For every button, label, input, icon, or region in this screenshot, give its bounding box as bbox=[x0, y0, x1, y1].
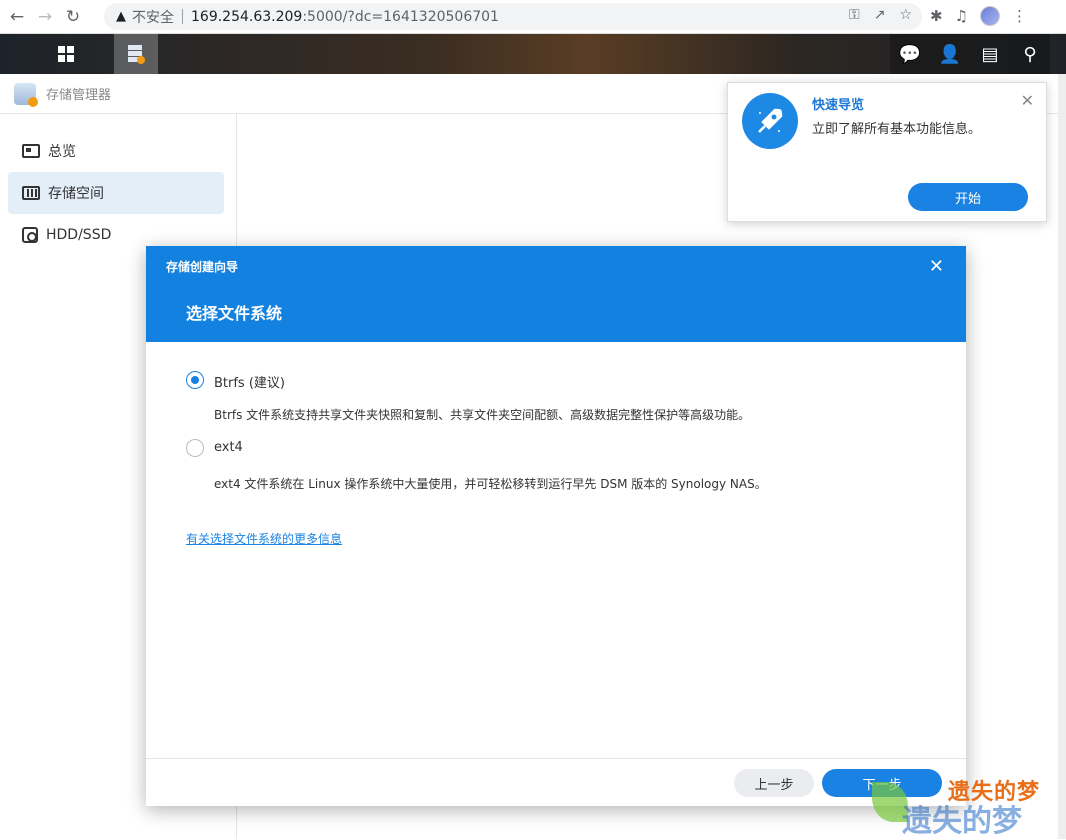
tour-description: 立即了解所有基本功能信息。 bbox=[812, 122, 982, 137]
profile-avatar[interactable] bbox=[980, 6, 1001, 26]
storage-creation-wizard: 存储创建向导 ✕ 选择文件系统 Btrfs (建议) Btrfs 文件系统支持共… bbox=[146, 246, 966, 806]
ext4-option-description: ext4 文件系统在 Linux 操作系统中大量使用，并可轻松移转到运行早先 D… bbox=[214, 477, 767, 491]
start-tour-button[interactable]: 开始 bbox=[908, 183, 1028, 211]
ext4-radio[interactable] bbox=[186, 439, 204, 457]
hdd-icon bbox=[22, 227, 38, 243]
app-title: 存储管理器 bbox=[46, 88, 112, 103]
wizard-step-title: 选择文件系统 bbox=[186, 304, 283, 323]
overview-icon bbox=[22, 144, 40, 158]
insecure-label: 不安全 bbox=[132, 9, 174, 26]
more-info-link[interactable]: 有关选择文件系统的更多信息 bbox=[186, 530, 342, 547]
scrollbar[interactable] bbox=[1058, 74, 1066, 839]
tour-title: 快速导览 bbox=[812, 98, 865, 113]
btrfs-option-description: Btrfs 文件系统支持共享文件夹快照和复制、共享文件夹空间配额、高级数据完整性… bbox=[214, 408, 751, 422]
storage-pool-icon bbox=[22, 186, 40, 200]
address-bar[interactable]: ▲ 不安全 169.254.63.209:5000/?dc=1641320506… bbox=[104, 3, 922, 30]
sidebar-item-storage[interactable]: 存储空间 bbox=[8, 172, 224, 214]
bookmark-star-icon[interactable]: ☆ bbox=[899, 7, 912, 23]
storage-manager-logo-icon bbox=[14, 82, 38, 107]
wizard-footer: 上一步 下一步 bbox=[146, 758, 966, 806]
sidebar-item-overview[interactable]: 总览 bbox=[8, 130, 224, 172]
wizard-body: Btrfs (建议) Btrfs 文件系统支持共享文件夹快照和复制、共享文件夹空… bbox=[146, 342, 966, 758]
key-icon[interactable]: ⚿ bbox=[849, 7, 860, 23]
btrfs-radio[interactable] bbox=[186, 371, 204, 389]
divider bbox=[182, 9, 183, 24]
media-control-icon[interactable]: ♫ bbox=[955, 7, 968, 25]
wizard-header: 存储创建向导 ✕ 选择文件系统 bbox=[146, 246, 966, 342]
url-host: 169.254.63.209 bbox=[191, 8, 303, 25]
search-icon[interactable]: ⚲ bbox=[1010, 34, 1050, 74]
prev-button[interactable]: 上一步 bbox=[734, 769, 814, 797]
menu-icon[interactable]: ⋮ bbox=[1012, 7, 1027, 25]
share-icon[interactable]: ↗ bbox=[874, 7, 886, 23]
widgets-icon[interactable]: ▤ bbox=[970, 34, 1010, 74]
storage-manager-taskbar-icon[interactable] bbox=[114, 34, 158, 74]
extensions-icon[interactable]: ✱ bbox=[930, 7, 943, 25]
warning-icon: ▲ bbox=[116, 9, 126, 24]
close-icon[interactable]: ✕ bbox=[929, 256, 944, 277]
next-button[interactable]: 下一步 bbox=[822, 769, 942, 797]
user-icon[interactable]: 👤 bbox=[930, 34, 970, 74]
url-path: :5000/?dc=1641320506701 bbox=[302, 8, 499, 25]
ext4-option-label[interactable]: ext4 bbox=[214, 440, 243, 455]
sidebar-item-label: 存储空间 bbox=[48, 186, 104, 202]
browser-toolbar: ← → ↻ ▲ 不安全 169.254.63.209:5000/?dc=1641… bbox=[0, 0, 1066, 34]
chat-icon[interactable]: 💬 bbox=[890, 34, 930, 74]
back-icon[interactable]: ← bbox=[6, 6, 28, 28]
dsm-taskbar: 💬 👤 ▤ ⚲ bbox=[0, 34, 1066, 74]
main-menu-icon[interactable] bbox=[46, 34, 86, 74]
reload-icon[interactable]: ↻ bbox=[62, 6, 84, 28]
close-icon[interactable]: ✕ bbox=[1021, 91, 1034, 110]
forward-icon[interactable]: → bbox=[34, 6, 56, 28]
quick-tour-popup: 快速导览 立即了解所有基本功能信息。 ✕ 开始 bbox=[727, 82, 1047, 222]
wizard-title: 存储创建向导 bbox=[166, 260, 239, 274]
rocket-icon bbox=[742, 93, 798, 149]
sidebar-item-label: 总览 bbox=[48, 144, 76, 160]
btrfs-option-label[interactable]: Btrfs (建议) bbox=[214, 372, 285, 391]
sidebar-item-label: HDD/SSD bbox=[46, 227, 112, 243]
